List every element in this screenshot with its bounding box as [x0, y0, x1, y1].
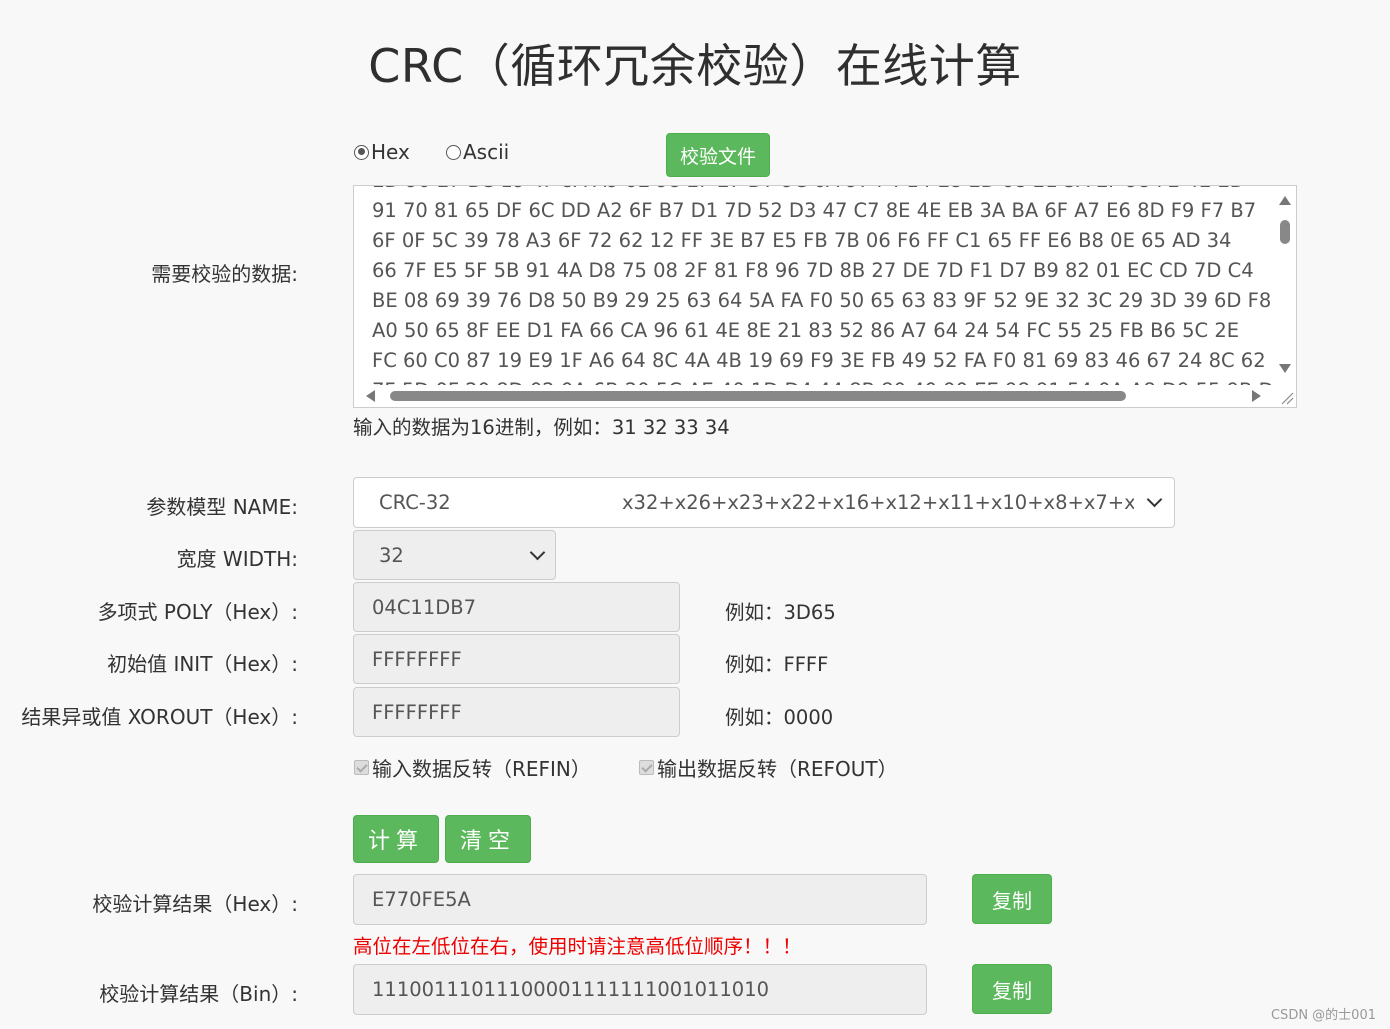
copy-bin-button[interactable]: 复制 [972, 964, 1052, 1014]
width-select-value: 32 [379, 543, 404, 567]
name-select-value: CRC-32 [379, 491, 451, 514]
width-select[interactable]: 32 [353, 530, 556, 580]
radio-ascii-label: Ascii [463, 140, 510, 164]
data-line: 66 7F E5 5F 5B 91 4A D8 75 08 2F 81 F8 9… [372, 259, 1254, 282]
poly-input[interactable]: 04C11DB7 [353, 582, 680, 632]
copy-hex-button[interactable]: 复制 [972, 874, 1052, 924]
data-line: 6F 0F 5C 39 78 A3 6F 72 62 12 FF 3E B7 E… [372, 229, 1232, 252]
data-input-label: 需要校验的数据: [151, 262, 298, 286]
refout-label: 输出数据反转（REFOUT） [657, 757, 898, 781]
width-label: 宽度 WIDTH: [176, 547, 298, 571]
refout-checkbox[interactable]: 输出数据反转（REFOUT） [639, 753, 898, 782]
radio-ascii-dot[interactable] [446, 144, 461, 160]
clear-button[interactable]: 清空 [445, 815, 531, 863]
vertical-scrollbar[interactable] [1274, 186, 1296, 386]
init-input[interactable]: FFFFFFFF [353, 634, 680, 684]
refin-checkbox[interactable]: 输入数据反转（REFIN） [354, 753, 591, 782]
horizontal-scrollbar[interactable] [354, 385, 1274, 407]
init-label: 初始值 INIT（Hex）: [107, 652, 298, 676]
refin-label: 输入数据反转（REFIN） [372, 757, 591, 781]
poly-example: 例如：3D65 [725, 601, 836, 624]
result-bin-output[interactable]: 11100111011100001111111001011010 [353, 964, 927, 1015]
data-textarea[interactable]: ED 90 E7 BC 19 4F 8A A9 0E 98 2F E7 D7 9… [353, 185, 1297, 408]
chevron-down-icon [1146, 491, 1163, 508]
refout-checkbox-box[interactable] [639, 760, 654, 775]
poly-label: 多项式 POLY（Hex）: [97, 600, 298, 624]
data-line: ED 90 E7 BC 19 4F 8A A9 0E 98 2F E7 D7 9… [372, 186, 1256, 196]
xorout-input[interactable]: FFFFFFFF [353, 687, 680, 737]
page-title: CRC（循环冗余校验）在线计算 [368, 39, 1022, 93]
refin-checkbox-box[interactable] [354, 760, 369, 775]
name-select[interactable]: CRC-32 x32+x26+x23+x22+x16+x12+x11+x10+x… [353, 477, 1175, 528]
data-input-hint: 输入的数据为16进制，例如：31 32 33 34 [353, 416, 730, 439]
data-line: FC 60 C0 87 19 E9 1F A6 64 8C 4A 4B 19 6… [372, 349, 1266, 372]
scroll-up-icon[interactable] [1279, 196, 1291, 205]
verify-file-button[interactable]: 校验文件 [666, 133, 770, 177]
scroll-right-icon[interactable] [1252, 390, 1261, 402]
result-hex-label: 校验计算结果（Hex）: [92, 892, 298, 916]
xorout-example: 例如：0000 [725, 706, 834, 729]
radio-hex[interactable]: Hex [354, 140, 410, 164]
radio-ascii[interactable]: Ascii [446, 140, 509, 164]
byte-order-warning: 高位在左低位在右，使用时请注意高低位顺序！！！ [353, 935, 802, 958]
vertical-scroll-thumb[interactable] [1280, 220, 1290, 244]
horizontal-scroll-thumb[interactable] [390, 391, 1126, 401]
radio-hex-dot[interactable] [354, 144, 369, 160]
data-line: 91 70 81 65 DF 6C DD A2 6F B7 D1 7D 52 D… [372, 199, 1257, 222]
scroll-down-icon[interactable] [1279, 364, 1291, 373]
name-label: 参数模型 NAME: [146, 495, 298, 519]
data-line: A0 50 65 8F EE D1 FA 66 CA 96 61 4E 8E 2… [372, 319, 1240, 342]
data-textarea-content[interactable]: ED 90 E7 BC 19 4F 8A A9 0E 98 2F E7 D7 9… [372, 186, 1286, 406]
name-select-poly: x32+x26+x23+x22+x16+x12+x11+x10+x8+x7+x5… [622, 491, 1134, 514]
resize-grip-icon[interactable] [1274, 385, 1296, 407]
scroll-left-icon[interactable] [366, 390, 375, 402]
calculate-button[interactable]: 计算 [353, 815, 439, 863]
radio-hex-label: Hex [371, 140, 410, 164]
watermark: CSDN @的士001 [1270, 1008, 1376, 1023]
data-line: BE 08 69 39 76 D8 50 B9 29 25 63 64 5A F… [372, 289, 1272, 312]
init-example: 例如：FFFF [725, 653, 829, 676]
xorout-label: 结果异或值 XOROUT（Hex）: [21, 705, 298, 729]
result-hex-output[interactable]: E770FE5A [353, 874, 927, 925]
chevron-down-icon [529, 544, 546, 561]
result-bin-label: 校验计算结果（Bin）: [99, 982, 298, 1006]
